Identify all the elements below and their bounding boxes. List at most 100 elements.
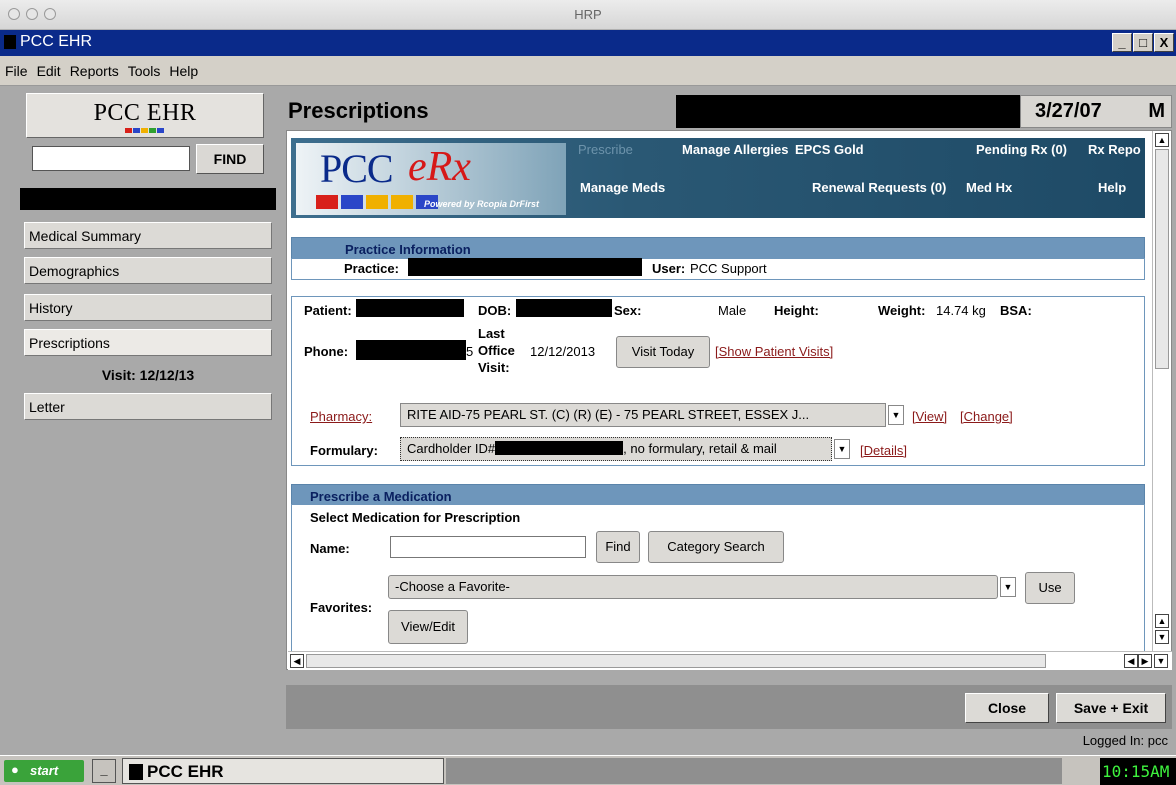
patient-header-redacted bbox=[676, 95, 1020, 128]
close-button-action[interactable]: Close bbox=[965, 693, 1049, 723]
phone-redacted bbox=[356, 340, 466, 360]
nav-manage-allergies[interactable]: Manage Allergies bbox=[682, 142, 788, 157]
header-date: 3/27/07 bbox=[1035, 100, 1102, 122]
favorites-dropdown-icon[interactable]: ▼ bbox=[1000, 577, 1016, 597]
minimize-button[interactable]: _ bbox=[1112, 33, 1132, 52]
pcc-ehr-logo: PCC EHR bbox=[26, 93, 264, 138]
last-visit-label-2: Office bbox=[478, 343, 515, 358]
sidebar-item-letter[interactable]: Letter bbox=[24, 393, 272, 420]
scroll-left-lower-icon[interactable]: ◀ bbox=[1124, 654, 1138, 668]
scroll-up-lower-icon[interactable]: ▲ bbox=[1155, 614, 1169, 628]
taskbar-empty-area bbox=[446, 758, 1062, 784]
scroll-up-icon[interactable]: ▲ bbox=[1155, 133, 1169, 147]
vertical-scroll-thumb[interactable] bbox=[1155, 149, 1169, 369]
formulary-select[interactable]: Cardholder ID# , no formulary, retail & m… bbox=[400, 437, 832, 461]
visit-today-button[interactable]: Visit Today bbox=[616, 336, 710, 368]
mac-window-title: HRP bbox=[574, 7, 602, 22]
powered-by: Powered by Rcopia DrFirst bbox=[424, 199, 540, 209]
horizontal-scroll-thumb[interactable] bbox=[306, 654, 1046, 668]
pharmacy-change-link[interactable]: [Change] bbox=[960, 409, 1013, 424]
menu-file[interactable]: File bbox=[0, 56, 32, 79]
window-controls: _ □ X bbox=[1112, 33, 1174, 52]
scroll-down-corner-icon[interactable]: ▼ bbox=[1154, 654, 1168, 668]
practice-redacted bbox=[408, 258, 642, 276]
nav-manage-meds[interactable]: Manage Meds bbox=[580, 180, 665, 195]
sex-label: Sex: bbox=[614, 303, 642, 318]
use-favorite-button[interactable]: Use bbox=[1025, 572, 1075, 604]
menu-bar: File Edit Reports Tools Help bbox=[0, 56, 1176, 86]
taskbar-minimize-button[interactable]: _ bbox=[92, 759, 116, 783]
menu-help[interactable]: Help bbox=[164, 56, 202, 79]
pharmacy-view-link[interactable]: [View] bbox=[912, 409, 947, 424]
nav-epcs-gold[interactable]: EPCS Gold bbox=[795, 142, 864, 157]
tux-icon: ● bbox=[11, 762, 19, 777]
prescribe-header: Prescribe a Medication bbox=[291, 484, 1145, 505]
header-sex: M bbox=[1148, 100, 1165, 122]
taskbar-app-label: PCC EHR bbox=[147, 762, 224, 781]
menu-edit[interactable]: Edit bbox=[32, 56, 65, 79]
last-visit-label-1: Last bbox=[478, 326, 505, 341]
app-title: PCC EHR bbox=[20, 33, 93, 50]
sidebar-item-demographics[interactable]: Demographics bbox=[24, 257, 272, 284]
scroll-down-icon[interactable]: ▼ bbox=[1155, 630, 1169, 644]
menu-tools[interactable]: Tools bbox=[123, 56, 165, 79]
formulary-prefix: Cardholder ID# bbox=[407, 441, 496, 456]
formulary-details-link[interactable]: [Details] bbox=[860, 443, 907, 458]
patient-label: Patient: bbox=[304, 303, 352, 318]
formulary-dropdown-icon[interactable]: ▼ bbox=[834, 439, 850, 459]
favorites-select[interactable]: -Choose a Favorite- bbox=[388, 575, 998, 599]
user-value: PCC Support bbox=[690, 261, 767, 276]
app-title-bar: PCC EHR _ □ X bbox=[0, 30, 1176, 56]
patient-redacted bbox=[356, 299, 464, 317]
pharmacy-select[interactable]: RITE AID-75 PEARL ST. (C) (R) (E) - 75 P… bbox=[400, 403, 886, 427]
bsa-label: BSA: bbox=[1000, 303, 1032, 318]
show-patient-visits-link[interactable]: [Show Patient Visits] bbox=[715, 344, 833, 359]
patient-search-input[interactable] bbox=[32, 146, 190, 171]
header-date-box: 3/27/07 M bbox=[1020, 95, 1172, 128]
practice-label: Practice: bbox=[344, 261, 399, 276]
start-button[interactable]: ● start bbox=[4, 760, 84, 782]
nav-rx-report[interactable]: Rx Repo bbox=[1088, 142, 1141, 157]
restore-button[interactable]: □ bbox=[1133, 33, 1153, 52]
practice-info-header: Practice Information bbox=[291, 237, 1145, 259]
find-medication-button[interactable]: Find bbox=[596, 531, 640, 563]
nav-pending-rx[interactable]: Pending Rx (0) bbox=[976, 142, 1067, 157]
cardholder-redacted bbox=[495, 441, 624, 455]
pharmacy-dropdown-icon[interactable]: ▼ bbox=[888, 405, 904, 425]
close-button[interactable]: X bbox=[1154, 33, 1174, 52]
nav-med-hx[interactable]: Med Hx bbox=[966, 180, 1012, 195]
sidebar-item-medical-summary[interactable]: Medical Summary bbox=[24, 222, 272, 249]
taskbar-clock: 10:15AM bbox=[1100, 758, 1176, 785]
weight-value: 14.74 kg bbox=[936, 303, 986, 318]
category-search-button[interactable]: Category Search bbox=[648, 531, 784, 563]
logo-erx: eRx bbox=[408, 144, 471, 190]
logo-pcc: PCC bbox=[320, 146, 394, 191]
sidebar-item-history[interactable]: History bbox=[24, 294, 272, 321]
patient-name-bar bbox=[20, 188, 276, 210]
visit-date-label: Visit: 12/12/13 bbox=[101, 367, 195, 383]
taskbar-app-button[interactable]: PCC EHR bbox=[122, 758, 444, 784]
save-exit-button[interactable]: Save + Exit bbox=[1056, 693, 1166, 723]
pharmacy-link[interactable]: Pharmacy: bbox=[310, 409, 372, 424]
taskbar-app-icon bbox=[129, 764, 143, 780]
nav-help[interactable]: Help bbox=[1098, 180, 1126, 195]
scroll-right-icon[interactable]: ▶ bbox=[1138, 654, 1152, 668]
nav-renewal-requests[interactable]: Renewal Requests (0) bbox=[812, 180, 946, 195]
view-edit-button[interactable]: View/Edit bbox=[388, 610, 468, 644]
scroll-left-icon[interactable]: ◀ bbox=[290, 654, 304, 668]
formulary-label: Formulary: bbox=[310, 443, 378, 458]
vertical-scrollbar[interactable]: ▲ ▲ ▼ bbox=[1152, 131, 1171, 651]
height-label: Height: bbox=[774, 303, 819, 318]
last-visit-value: 12/12/2013 bbox=[530, 344, 596, 359]
find-button[interactable]: FIND bbox=[196, 144, 264, 174]
medication-name-input[interactable] bbox=[390, 536, 586, 558]
name-label: Name: bbox=[310, 541, 350, 556]
menu-reports[interactable]: Reports bbox=[65, 56, 123, 79]
user-label: User: bbox=[652, 261, 686, 276]
logo-color-squares bbox=[125, 128, 164, 133]
sidebar-item-prescriptions[interactable]: Prescriptions bbox=[24, 329, 272, 356]
app-icon bbox=[4, 35, 16, 49]
nav-prescribe[interactable]: Prescribe bbox=[578, 142, 633, 157]
horizontal-scrollbar[interactable]: ◀ ◀ ▶ ▼ bbox=[288, 651, 1172, 670]
page-title: Prescriptions bbox=[288, 98, 429, 123]
